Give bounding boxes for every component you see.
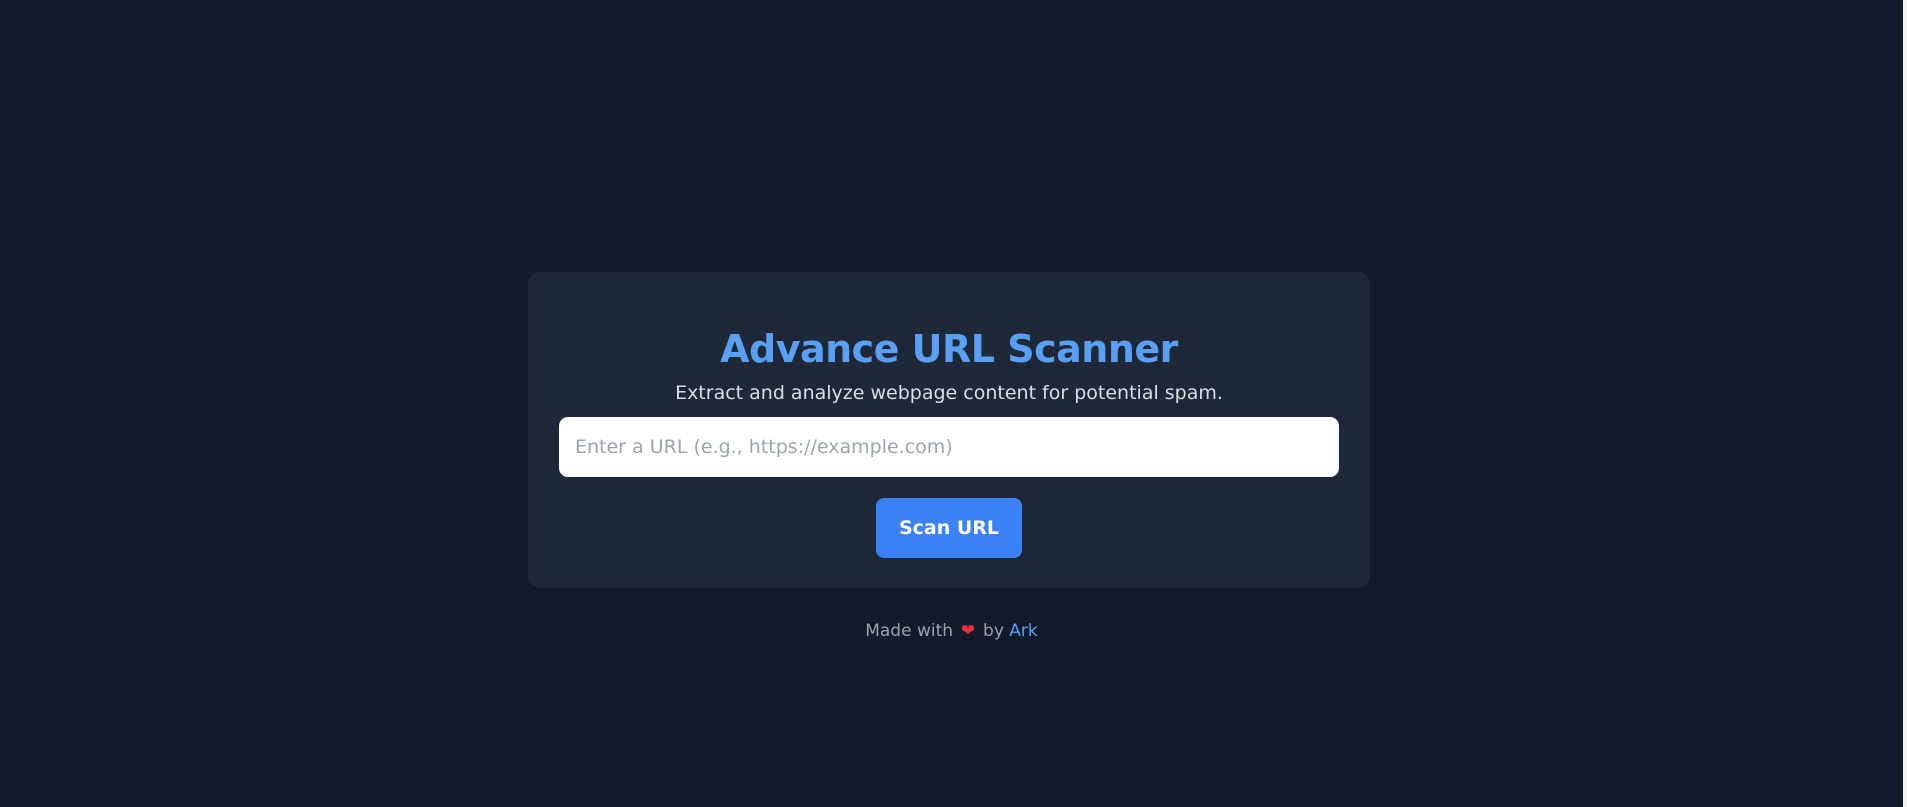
scan-url-button[interactable]: Scan URL: [876, 498, 1022, 558]
footer-made-with-text: Made with: [865, 621, 954, 641]
page-title: Advance URL Scanner: [720, 327, 1178, 372]
page-scrollbar[interactable]: [1903, 0, 1907, 807]
scanner-card: Advance URL Scanner Extract and analyze …: [528, 272, 1370, 588]
footer: Made with ❤ by Ark: [0, 618, 1903, 644]
heart-icon: ❤: [960, 621, 976, 641]
author-link[interactable]: Ark: [1009, 621, 1037, 641]
url-input[interactable]: [559, 417, 1339, 477]
footer-by-text: by: [983, 621, 1004, 641]
page-subtitle: Extract and analyze webpage content for …: [675, 382, 1223, 404]
